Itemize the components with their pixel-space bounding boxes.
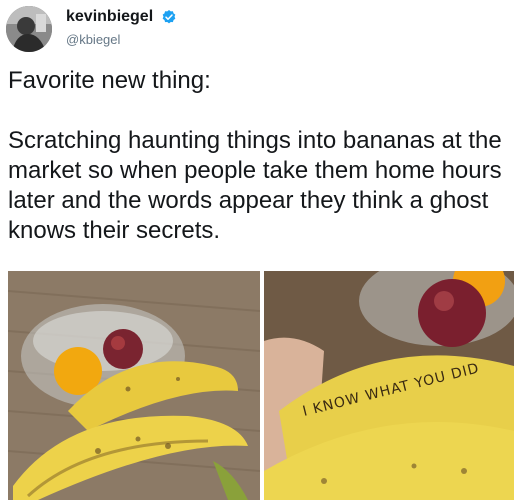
tweet-paragraph: Favorite new thing:: [8, 67, 211, 94]
handle[interactable]: @kbiegel: [66, 32, 177, 47]
photo-banana-closeup[interactable]: I KNOW WHAT YOU DID: [264, 271, 514, 500]
verified-badge-icon: [161, 9, 177, 25]
photo-bananas-bowl[interactable]: [8, 271, 260, 500]
tweet-header: kevinbiegel @kbiegel: [6, 4, 506, 52]
tweet-text: Favorite new thing: Scratching haunting …: [8, 66, 513, 246]
display-name[interactable]: kevinbiegel: [66, 8, 153, 26]
tweet-paragraph: Scratching haunting things into bananas …: [8, 127, 502, 244]
author-names: kevinbiegel @kbiegel: [66, 8, 177, 47]
avatar[interactable]: [6, 6, 52, 52]
tweet-photos: I KNOW WHAT YOU DID: [8, 271, 514, 500]
